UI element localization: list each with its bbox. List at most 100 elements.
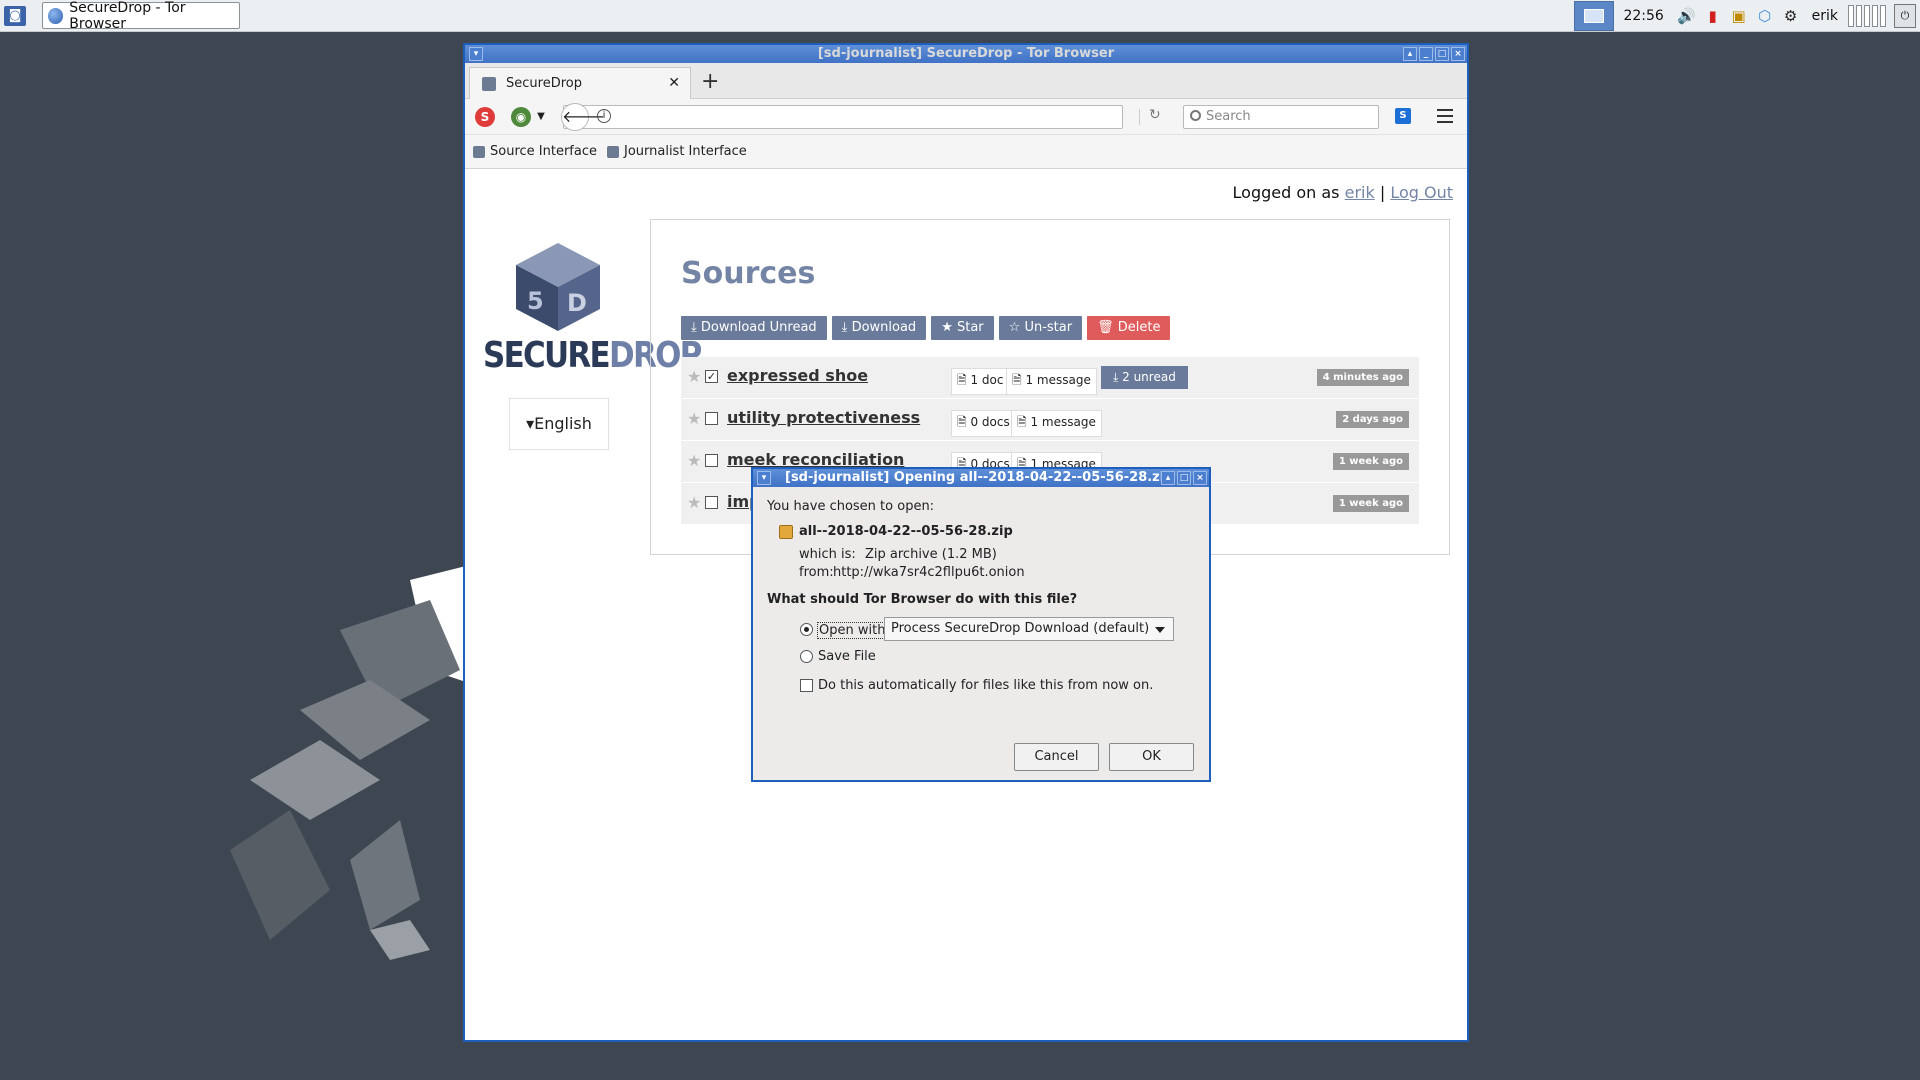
window-close-icon[interactable]: ×: [1451, 47, 1465, 61]
search-input[interactable]: Search: [1183, 105, 1379, 129]
dialog-menu-icon[interactable]: ▾: [757, 471, 771, 485]
cancel-button[interactable]: Cancel: [1014, 743, 1099, 771]
dialog-body: You have chosen to open: all--2018-04-22…: [753, 487, 1209, 777]
ok-button[interactable]: OK: [1109, 743, 1194, 771]
last-updated-badge: 1 week ago: [1332, 495, 1409, 512]
window-minimize-icon[interactable]: _: [1419, 47, 1433, 61]
star-icon[interactable]: ★: [687, 493, 701, 512]
dialog-shade-icon[interactable]: ▴: [1161, 471, 1175, 485]
application-select[interactable]: Process SecureDrop Download (default): [884, 617, 1174, 641]
bookmark-label: Source Interface: [490, 144, 597, 159]
source-checkbox[interactable]: [705, 412, 718, 425]
tab-strip: SecureDrop ✕ +: [465, 63, 1467, 99]
window-titlebar[interactable]: ▾ [sd-journalist] SecureDrop - Tor Brows…: [465, 45, 1467, 63]
dialog-close-icon[interactable]: ×: [1193, 471, 1207, 485]
back-icon[interactable]: 🡐: [561, 103, 605, 131]
user-name[interactable]: erik: [1812, 8, 1838, 24]
qubes-domains-icon[interactable]: ▣: [1728, 6, 1750, 26]
bookmark-label: Journalist Interface: [623, 144, 747, 159]
tor-onion-icon[interactable]: ◉: [511, 107, 531, 127]
docs-count-label: 1 doc: [970, 373, 1004, 387]
window-maximize-icon[interactable]: □: [1435, 47, 1449, 61]
star-icon[interactable]: ★: [687, 451, 701, 470]
question-heading: What should Tor Browser do with this fil…: [767, 592, 1078, 607]
site-info-icon[interactable]: i: [597, 109, 611, 123]
star-button[interactable]: ★ Star: [931, 316, 994, 340]
tor-menu-chevron-down-icon[interactable]: ▼: [531, 107, 551, 127]
taskbar-item-label: SecureDrop - Tor Browser: [69, 0, 186, 32]
noscript-icon[interactable]: S: [475, 107, 495, 127]
download-label: Download: [851, 320, 917, 335]
app-menu-icon[interactable]: ◙: [4, 6, 26, 26]
last-updated-badge: 2 days ago: [1336, 411, 1409, 428]
messages-count: 🗎 1 message: [1011, 410, 1102, 437]
updates-icon[interactable]: ⬡: [1754, 6, 1776, 26]
new-tab-icon[interactable]: +: [701, 69, 719, 94]
star-label: Star: [956, 320, 984, 335]
desktop-switcher-icon[interactable]: [1573, 1, 1614, 31]
delete-button[interactable]: 🗑 Delete: [1087, 316, 1171, 340]
download-unread-button[interactable]: ⤓ Download Unread: [681, 316, 827, 340]
securedrop-cube-icon: 5 D: [516, 243, 600, 331]
window-title: [sd-journalist] SecureDrop - Tor Browser: [817, 46, 1115, 61]
hamburger-menu-icon[interactable]: [1437, 109, 1453, 123]
docs-count: 🗎 0 docs: [951, 410, 1016, 437]
last-updated-badge: 1 week ago: [1332, 453, 1409, 470]
logo-wordmark: SECUREDROP: [483, 335, 702, 376]
securedrop-extension-icon[interactable]: S: [1395, 108, 1411, 124]
url-bar[interactable]: [563, 105, 1123, 129]
window-menu-icon[interactable]: ▾: [469, 47, 483, 61]
window-shade-icon[interactable]: ▴: [1403, 47, 1417, 61]
chosen-label: You have chosen to open:: [767, 499, 935, 514]
unread-download-button[interactable]: ⤓ 2 unread: [1101, 366, 1188, 389]
source-checkbox[interactable]: [705, 496, 718, 509]
tab-securedrop[interactable]: SecureDrop ✕: [469, 67, 691, 99]
open-file-dialog: ▾ [sd-journalist] Opening all--2018-04-2…: [751, 467, 1211, 782]
devices-icon[interactable]: ⚙: [1780, 6, 1802, 26]
zip-file-icon: [779, 525, 793, 539]
chevron-down-icon: [1155, 627, 1165, 633]
messages-count-label: 1 message: [1030, 415, 1096, 429]
logout-icon[interactable]: ⏻: [1894, 4, 1916, 28]
source-checkbox[interactable]: [705, 454, 718, 467]
file-type: Zip archive (1.2 MB): [865, 547, 997, 562]
star-icon[interactable]: ★: [687, 409, 701, 428]
unstar-label: Un-star: [1024, 320, 1073, 335]
dialog-maximize-icon[interactable]: □: [1177, 471, 1191, 485]
bookmark-source-interface[interactable]: Source Interface: [473, 144, 597, 159]
network-icon[interactable]: ▮: [1702, 6, 1724, 26]
save-file-label[interactable]: Save File: [818, 649, 876, 664]
unread-label: 2 unread: [1122, 370, 1176, 384]
login-status: Logged on as erik | Log Out: [1233, 183, 1453, 202]
search-icon: [1190, 110, 1201, 121]
dialog-titlebar[interactable]: ▾ [sd-journalist] Opening all--2018-04-2…: [753, 469, 1209, 487]
docs-count-label: 0 docs: [970, 415, 1010, 429]
username-link[interactable]: erik: [1345, 183, 1375, 202]
globe-icon: [48, 7, 64, 24]
which-is-label: which is:: [799, 547, 856, 562]
securedrop-favicon-icon: [606, 145, 619, 158]
open-with-radio[interactable]: [800, 623, 813, 636]
language-selector[interactable]: ▾English: [509, 398, 609, 450]
auto-label[interactable]: Do this automatically for files like thi…: [818, 678, 1153, 693]
bookmark-journalist-interface[interactable]: Journalist Interface: [606, 144, 747, 159]
reload-icon[interactable]: ↻: [1149, 107, 1161, 123]
open-with-label[interactable]: Open with: [817, 622, 888, 639]
separator: |: [1379, 183, 1386, 202]
taskbar-item-tor-browser[interactable]: SecureDrop - Tor Browser: [42, 0, 240, 32]
source-name-link[interactable]: expressed shoe: [727, 366, 868, 385]
background-logo-art: [230, 560, 490, 960]
logout-link[interactable]: Log Out: [1390, 183, 1453, 202]
source-checkbox[interactable]: ✓: [705, 370, 718, 383]
volume-icon[interactable]: 🔊: [1676, 6, 1698, 26]
docs-count: 🗎 1 doc: [951, 368, 1010, 395]
file-name: all--2018-04-22--05-56-28.zip: [799, 524, 1013, 539]
star-icon[interactable]: ★: [687, 367, 701, 386]
tab-close-icon[interactable]: ✕: [668, 75, 680, 91]
securedrop-logo[interactable]: 5 D SECUREDROP: [483, 239, 702, 376]
download-button[interactable]: ⤓ Download: [831, 316, 927, 340]
unstar-button[interactable]: ☆ Un-star: [998, 316, 1083, 340]
auto-checkbox[interactable]: [800, 679, 813, 692]
source-name-link[interactable]: utility protectiveness: [727, 408, 920, 427]
save-file-radio[interactable]: [800, 650, 813, 663]
